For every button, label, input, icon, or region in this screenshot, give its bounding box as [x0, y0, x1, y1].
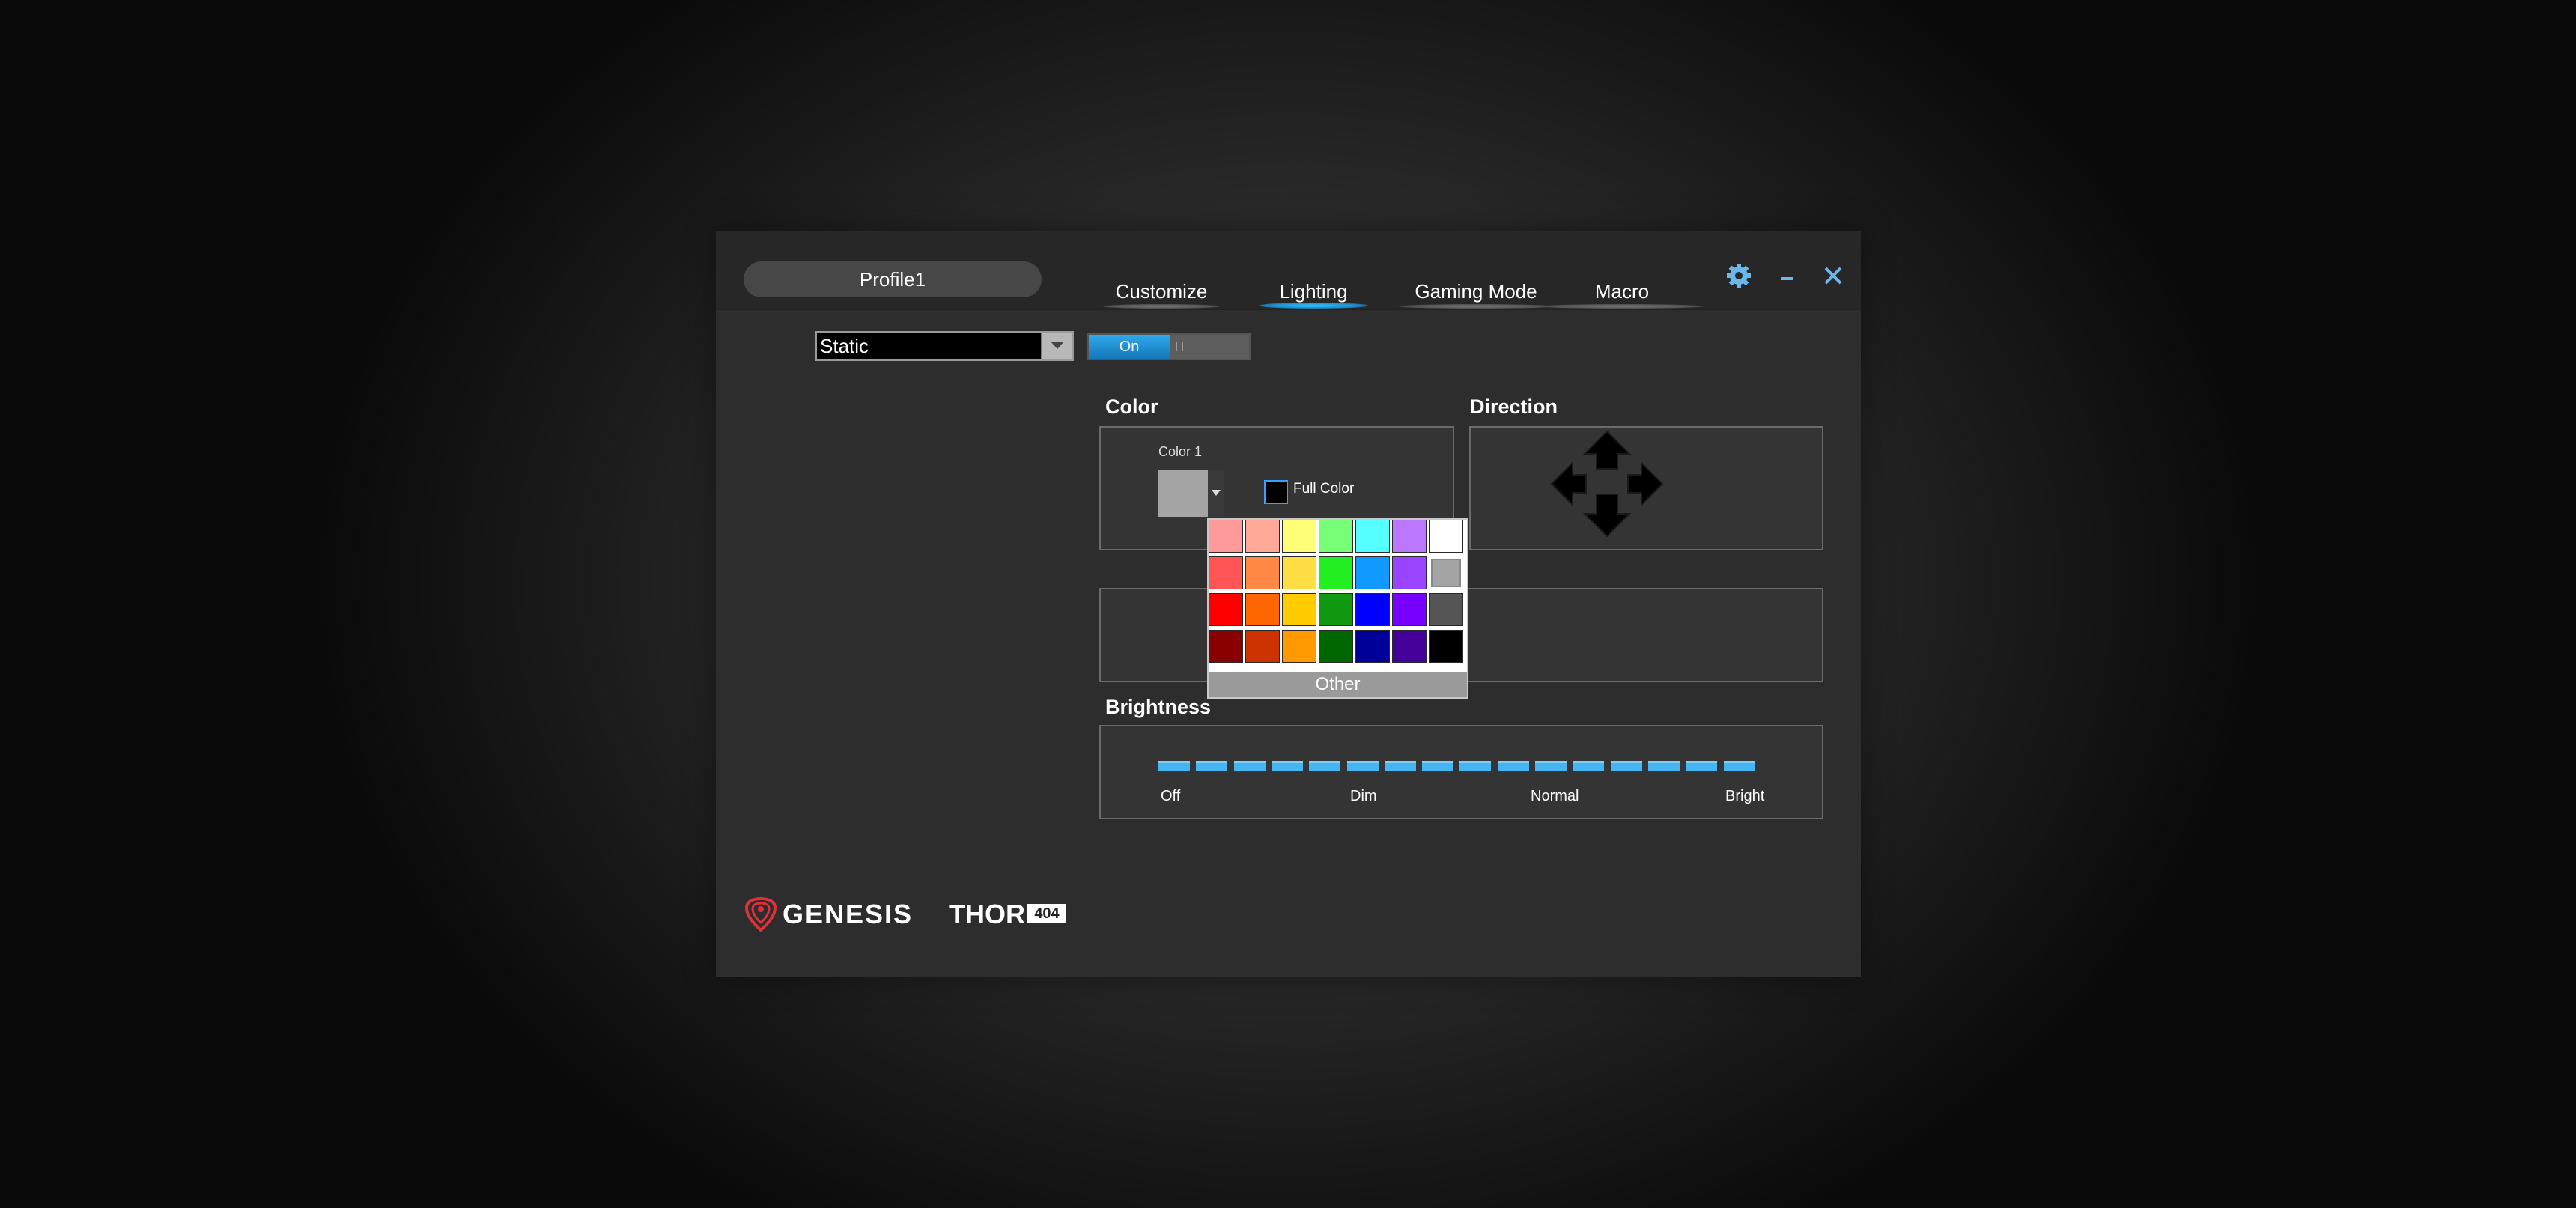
palette-swatch[interactable] — [1282, 556, 1316, 589]
palette-swatch[interactable] — [1209, 556, 1243, 589]
tab-customize-label: Customize — [1115, 280, 1208, 303]
brightness-segment[interactable] — [1459, 761, 1491, 771]
brand-name: GENESIS — [783, 899, 914, 929]
toggle-knob — [1176, 342, 1183, 351]
brightness-segment[interactable] — [1611, 761, 1642, 771]
model-badge: 404 — [1027, 904, 1066, 923]
tab-lighting-label: Lighting — [1279, 280, 1348, 303]
palette-swatch[interactable] — [1245, 556, 1280, 589]
tab-macro-label: Macro — [1594, 280, 1650, 303]
palette-swatch[interactable] — [1245, 520, 1280, 553]
brightness-segment[interactable] — [1234, 761, 1266, 771]
brightness-segment[interactable] — [1309, 761, 1340, 771]
tab-customize[interactable]: Customize — [1103, 279, 1220, 309]
close-icon — [1824, 267, 1842, 285]
brightness-panel — [1099, 725, 1823, 819]
brightness-segment[interactable] — [1498, 761, 1529, 771]
brightness-segment[interactable] — [1272, 761, 1303, 771]
brightness-label-normal: Normal — [1531, 788, 1579, 804]
tab-macro[interactable]: Macro — [1541, 279, 1703, 309]
color1-swatch[interactable] — [1158, 470, 1208, 517]
gear-icon — [1727, 264, 1751, 288]
brightness-segment[interactable] — [1573, 761, 1604, 771]
full-color-checkbox[interactable] — [1264, 480, 1288, 504]
palette-swatch[interactable] — [1319, 520, 1353, 553]
direction-section-title: Direction — [1470, 395, 1558, 418]
color-section-title: Color — [1105, 395, 1158, 418]
palette-swatch[interactable] — [1355, 520, 1390, 553]
lighting-mode-value: Static — [820, 335, 869, 357]
palette-swatch[interactable] — [1209, 593, 1243, 626]
lighting-mode-select[interactable]: Static — [815, 331, 1074, 361]
palette-swatch[interactable] — [1245, 593, 1280, 626]
palette-swatch[interactable] — [1392, 556, 1427, 589]
color1-dropdown-button[interactable] — [1208, 470, 1224, 517]
brightness-segment[interactable] — [1196, 761, 1227, 771]
brightness-segment[interactable] — [1158, 761, 1190, 771]
title-bar: Profile1 Customize Lighting Gaming Mode … — [716, 231, 1861, 310]
brightness-segment[interactable] — [1535, 761, 1567, 771]
palette-swatch[interactable] — [1319, 630, 1353, 663]
palette-swatch[interactable] — [1392, 593, 1427, 626]
lighting-toggle[interactable]: On — [1087, 333, 1251, 360]
brightness-segment[interactable] — [1385, 761, 1416, 771]
palette-swatch[interactable] — [1392, 520, 1427, 553]
color1-label: Color 1 — [1158, 444, 1203, 459]
brightness-label-bright: Bright — [1725, 788, 1765, 804]
arrow-up-icon[interactable] — [1582, 430, 1632, 470]
palette-swatch[interactable] — [1282, 593, 1316, 626]
brightness-segment[interactable] — [1648, 761, 1680, 771]
direction-arrows — [1550, 430, 1664, 538]
arrow-right-icon[interactable] — [1627, 461, 1664, 507]
brightness-segment[interactable] — [1686, 761, 1717, 771]
minimize-icon — [1781, 277, 1793, 280]
palette-swatch[interactable] — [1209, 520, 1243, 553]
palette-swatch[interactable] — [1319, 593, 1353, 626]
palette-swatch[interactable] — [1245, 630, 1280, 663]
palette-swatch[interactable] — [1355, 630, 1390, 663]
palette-swatch[interactable] — [1392, 630, 1427, 663]
genesis-logo-icon — [745, 897, 777, 932]
brightness-segment[interactable] — [1724, 761, 1755, 771]
arrow-down-icon[interactable] — [1582, 494, 1632, 538]
palette-swatch[interactable] — [1429, 593, 1463, 626]
brightness-segment[interactable] — [1347, 761, 1379, 771]
product-name: THOR — [949, 899, 1025, 929]
full-color-label: Full Color — [1293, 481, 1355, 497]
close-button[interactable] — [1815, 258, 1851, 294]
tab-lighting[interactable]: Lighting — [1259, 279, 1368, 309]
palette-swatch[interactable] — [1282, 520, 1316, 553]
profile-selector[interactable]: Profile1 — [744, 261, 1042, 297]
toggle-on-label: On — [1089, 335, 1170, 359]
palette-swatch[interactable] — [1319, 556, 1353, 589]
palette-swatch[interactable] — [1355, 593, 1390, 626]
minimize-button[interactable] — [1769, 258, 1805, 294]
palette-swatch[interactable] — [1355, 556, 1390, 589]
arrow-left-icon[interactable] — [1550, 461, 1587, 507]
palette-swatch[interactable] — [1429, 630, 1463, 663]
tab-gaming-mode-label: Gaming Mode — [1415, 280, 1537, 303]
palette-swatch[interactable] — [1282, 630, 1316, 663]
brightness-segment[interactable] — [1422, 761, 1453, 771]
palette-swatch[interactable] — [1429, 556, 1463, 589]
palette-swatch[interactable] — [1429, 520, 1463, 553]
other-color-button[interactable]: Other — [1209, 672, 1467, 697]
chevron-down-icon[interactable] — [1041, 333, 1072, 359]
brightness-section-title: Brightness — [1105, 696, 1212, 718]
brightness-label-off: Off — [1161, 788, 1181, 804]
brightness-label-dim: Dim — [1350, 788, 1377, 804]
tab-gaming-mode[interactable]: Gaming Mode — [1399, 279, 1553, 309]
settings-button[interactable] — [1721, 258, 1757, 294]
palette-swatch[interactable] — [1209, 630, 1243, 663]
